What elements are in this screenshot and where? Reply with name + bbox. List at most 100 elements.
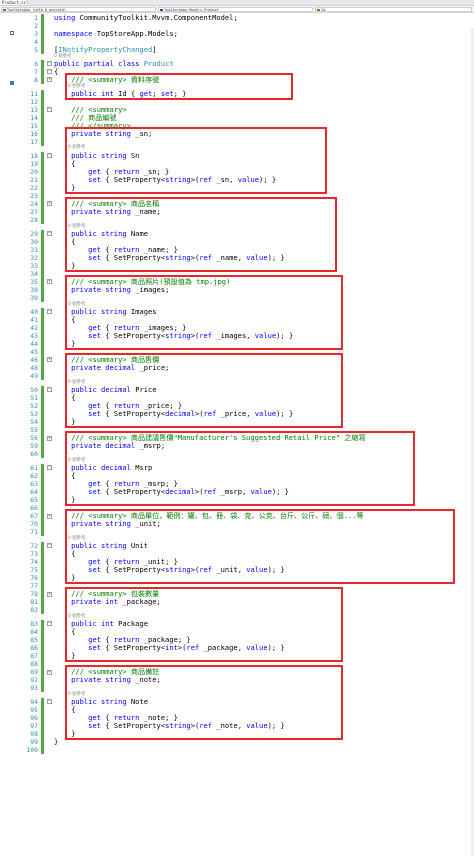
expand-icon[interactable]: +: [47, 669, 52, 675]
code-line[interactable]: 65 }: [0, 495, 474, 504]
code-line[interactable]: 92 private string _note;: [0, 676, 474, 685]
change-indicator: [41, 434, 44, 442]
code-line[interactable]: 81 private int _package;: [0, 598, 474, 607]
code-text: }: [54, 416, 76, 426]
collapse-icon[interactable]: −: [47, 699, 52, 705]
tab-product-cs[interactable]: Product.cs*: [0, 0, 28, 5]
code-line[interactable]: 44 }: [0, 339, 474, 348]
code-text: }: [54, 182, 76, 192]
class-dropdown[interactable]: TopStoreApp.Models.Product: [158, 7, 313, 12]
change-indicator: [41, 121, 44, 130]
change-indicator: [41, 355, 44, 364]
code-line[interactable]: 99}: [0, 738, 474, 747]
project-dropdown[interactable]: TopStoreApp (net6.0-android): [1, 7, 156, 12]
line-number: 85: [30, 635, 38, 644]
expand-icon[interactable]: +: [47, 279, 52, 285]
line-number: 20: [30, 167, 38, 176]
expand-icon[interactable]: +: [47, 357, 52, 363]
change-indicator: [41, 175, 44, 184]
change-indicator: [41, 471, 44, 480]
change-indicator: [41, 450, 44, 459]
code-line[interactable]: 70 private string _unit;: [0, 519, 474, 529]
change-indicator: [41, 697, 44, 706]
expand-icon[interactable]: +: [47, 435, 52, 441]
change-indicator: [41, 520, 44, 529]
code-line[interactable]: 98 }: [0, 730, 474, 739]
code-line[interactable]: 48 private decimal _price;: [0, 364, 474, 372]
line-number: 72: [30, 541, 38, 550]
expand-icon[interactable]: +: [47, 513, 52, 519]
code-text: private decimal _price;: [71, 363, 170, 372]
code-line[interactable]: 11 public int Id { get; set; }: [0, 89, 474, 98]
code-text: private string _unit;: [71, 519, 161, 529]
line-number: 39: [30, 294, 38, 302]
collapse-icon[interactable]: −: [47, 69, 52, 75]
line-number: 62: [30, 471, 38, 480]
code-line[interactable]: 59 private decimal _msrp;: [0, 442, 474, 451]
change-indicator: [41, 159, 44, 168]
collapse-icon[interactable]: −: [47, 387, 52, 393]
change-indicator: [41, 22, 44, 31]
code-line[interactable]: 38 private string _images;: [0, 285, 474, 294]
code-line[interactable]: 3 namespace TopStoreApp.Models;: [0, 30, 474, 39]
code-line[interactable]: 16 private string _sn;: [0, 128, 474, 138]
expand-icon[interactable]: +: [47, 591, 52, 597]
change-indicator: [41, 137, 44, 146]
line-number: 52: [30, 401, 38, 410]
change-indicator: [41, 105, 44, 114]
line-number: 40: [30, 307, 38, 316]
collapse-icon[interactable]: −: [47, 231, 52, 237]
code-line[interactable]: 100: [0, 746, 474, 755]
change-indicator: [41, 627, 44, 636]
change-indicator: [41, 487, 44, 496]
collapse-icon[interactable]: −: [47, 465, 52, 471]
change-indicator: [41, 541, 44, 550]
collapse-icon[interactable]: −: [47, 153, 52, 159]
change-indicator: [41, 574, 44, 582]
change-indicator: [41, 606, 44, 615]
expand-icon[interactable]: +: [47, 201, 52, 207]
line-number: 15: [30, 121, 38, 130]
change-indicator: [41, 557, 44, 566]
change-indicator: [41, 409, 44, 418]
change-indicator: [41, 582, 44, 591]
collapse-icon[interactable]: −: [47, 309, 52, 315]
line-number: 61: [30, 463, 38, 472]
change-indicator: [41, 652, 44, 661]
code-line[interactable]: 33 }: [0, 261, 474, 270]
code-editor[interactable]: 1 using CommunityToolkit.Mvvm.ComponentMo…: [0, 14, 474, 856]
change-indicator: [41, 644, 44, 652]
member-dropdown[interactable]: Id: [315, 7, 472, 12]
line-number: 96: [30, 714, 38, 722]
collapse-icon[interactable]: −: [47, 107, 52, 113]
change-indicator: [41, 722, 44, 731]
line-number: 53: [30, 409, 38, 418]
line-number: 67: [30, 512, 38, 521]
code-line[interactable]: 1 using CommunityToolkit.Mvvm.ComponentMo…: [0, 14, 474, 22]
change-indicator: [41, 14, 44, 22]
line-number: 74: [30, 557, 38, 566]
code-line[interactable]: 6 − public partial class Product: [0, 59, 474, 68]
code-line[interactable]: 22 }: [0, 182, 474, 192]
change-indicator: [41, 372, 44, 381]
collapse-icon[interactable]: −: [47, 61, 52, 67]
line-number: 17: [30, 137, 38, 146]
code-line[interactable]: 54 }: [0, 416, 474, 426]
line-number: 38: [30, 285, 38, 294]
change-indicator: [41, 307, 44, 316]
project-icon: [3, 9, 6, 11]
code-line[interactable]: 87 }: [0, 652, 474, 661]
change-indicator: [41, 393, 44, 402]
change-indicator: [41, 38, 44, 47]
line-number: 73: [30, 549, 38, 558]
code-text: private string _sn;: [71, 128, 153, 138]
expand-icon[interactable]: +: [47, 77, 52, 83]
class-label: TopStoreApp.Models.Product: [164, 8, 219, 12]
change-indicator: [41, 75, 44, 84]
collapse-icon[interactable]: −: [47, 621, 52, 627]
code-line[interactable]: 76 }: [0, 574, 474, 582]
line-number: 5: [34, 46, 38, 55]
collapse-icon[interactable]: −: [47, 543, 52, 549]
code-line[interactable]: 27 private string _name;: [0, 207, 474, 216]
line-number: 13: [30, 105, 38, 114]
